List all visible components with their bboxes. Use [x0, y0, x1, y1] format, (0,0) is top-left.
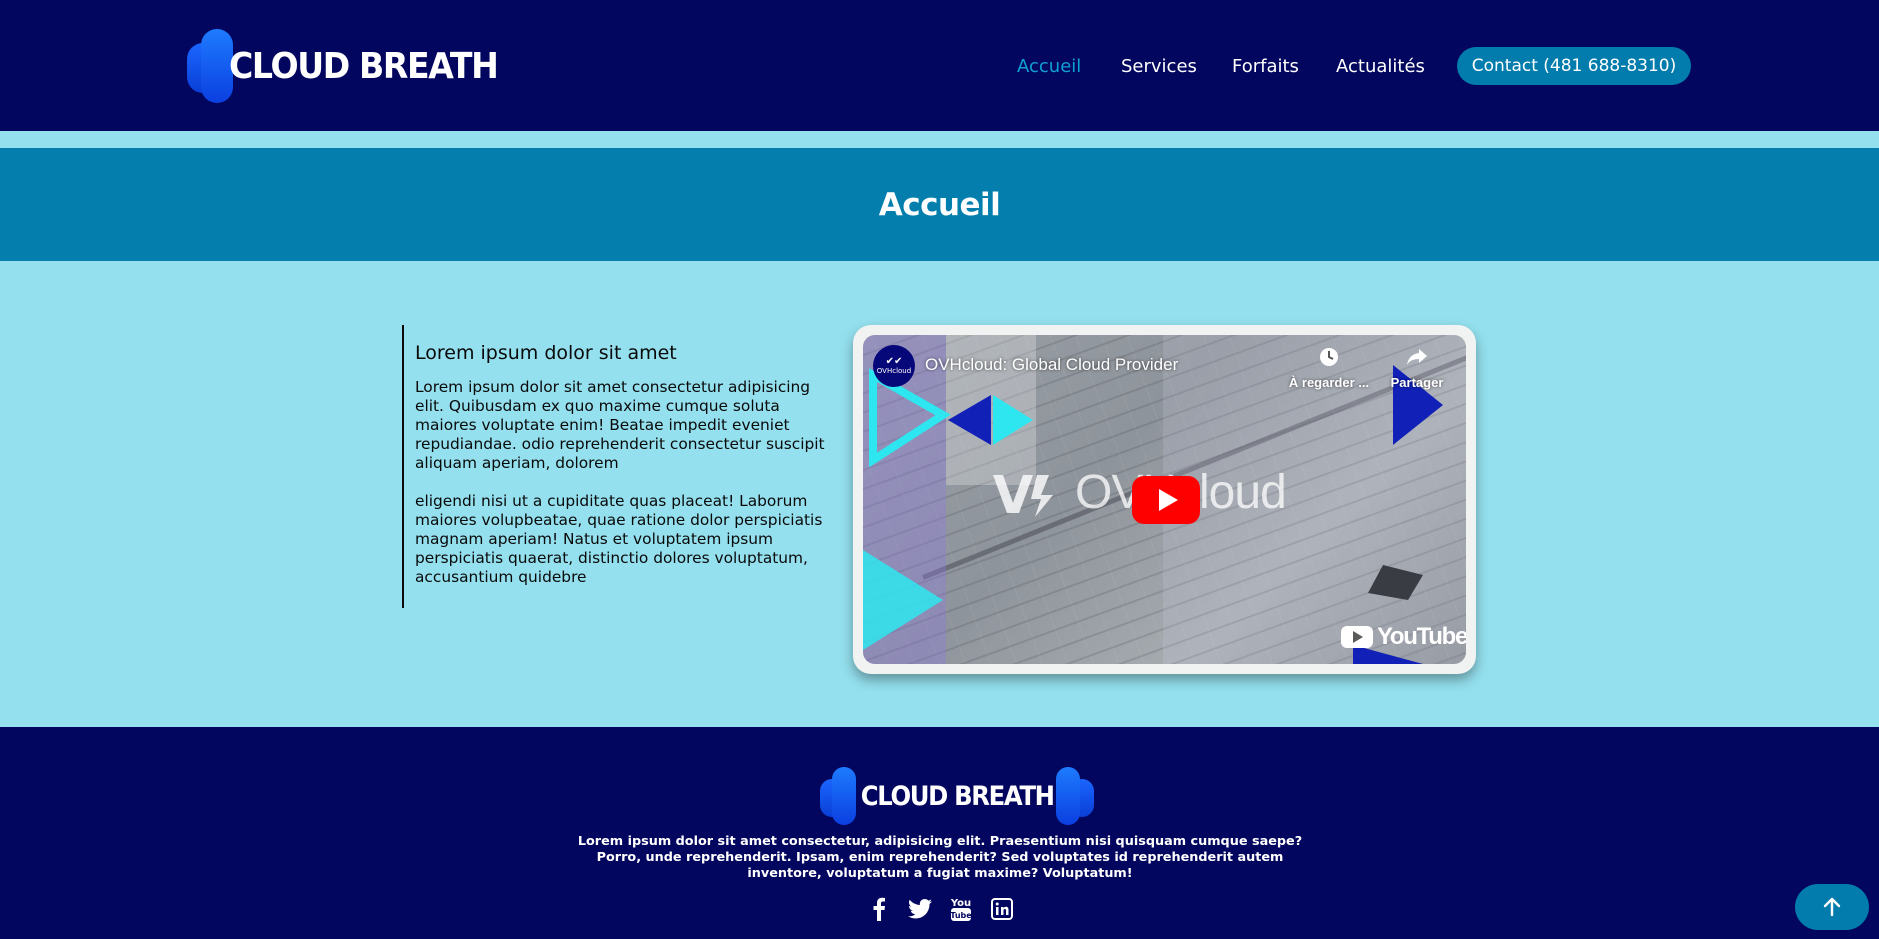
- site-footer: CLOUD BREATH Lorem ipsum dolor sit amet …: [0, 727, 1879, 939]
- linkedin-icon[interactable]: [989, 896, 1015, 922]
- arrow-up-icon: [1823, 897, 1841, 917]
- content-paragraph-2: eligendi nisi ut a cupiditate quas place…: [415, 492, 823, 586]
- nav-link-actualites[interactable]: Actualités: [1336, 56, 1425, 77]
- watch-later-label: À regarder ...: [1288, 375, 1370, 390]
- share-button[interactable]: Partager: [1383, 347, 1451, 390]
- nav-link-forfaits[interactable]: Forfaits: [1232, 56, 1299, 77]
- cloud-logo-icon: [187, 29, 235, 103]
- footer-logo[interactable]: CLOUD BREATH: [820, 767, 1095, 825]
- site-logo[interactable]: CLOUD BREATH: [187, 29, 521, 103]
- twitter-icon[interactable]: [907, 896, 933, 922]
- youtube-wordmark: YouTube: [1377, 623, 1466, 650]
- clock-icon: [1287, 347, 1371, 371]
- page-title-banner: Accueil: [0, 148, 1879, 261]
- nav-item-actualites[interactable]: Actualités: [1336, 46, 1425, 86]
- watch-later-button[interactable]: À regarder ...: [1287, 347, 1371, 390]
- youtube-logo[interactable]: YouTube: [1341, 623, 1466, 651]
- channel-avatar[interactable]: ✔✔ OVHcloud: [873, 345, 915, 387]
- site-header: CLOUD BREATH Accueil Services Forfaits A…: [0, 0, 1879, 131]
- footer-text: Lorem ipsum dolor sit amet consectetur, …: [577, 834, 1303, 881]
- content-paragraph-1: Lorem ipsum dolor sit amet consectetur a…: [415, 378, 825, 472]
- social-links: You Tube: [866, 896, 1015, 922]
- footer-logo-text: CLOUD BREATH: [860, 780, 1055, 812]
- ovh-logo-icon: [993, 475, 1053, 517]
- youtube-play-icon: [1341, 626, 1373, 648]
- play-button[interactable]: [1132, 476, 1200, 524]
- youtube-video[interactable]: ✔✔ OVHcloud OVHcloud: Global Cloud Provi…: [863, 335, 1466, 664]
- nav-item-services[interactable]: Services: [1121, 46, 1197, 86]
- nav-item-forfaits[interactable]: Forfaits: [1232, 46, 1299, 86]
- svg-text:Tube: Tube: [950, 911, 972, 920]
- nav-link-services[interactable]: Services: [1121, 56, 1197, 77]
- youtube-icon[interactable]: You Tube: [948, 896, 974, 922]
- facebook-icon[interactable]: [866, 896, 892, 922]
- share-label: Partager: [1390, 375, 1444, 390]
- scroll-to-top-button[interactable]: [1795, 884, 1869, 930]
- page-title: Accueil: [878, 186, 1001, 223]
- cloud-logo-icon: [1056, 767, 1095, 825]
- video-title[interactable]: OVHcloud: Global Cloud Provider: [925, 355, 1178, 375]
- channel-label: OVHcloud: [876, 367, 912, 375]
- contact-button[interactable]: Contact (481 688-8310): [1457, 47, 1691, 85]
- nav-link-accueil[interactable]: Accueil: [1017, 56, 1081, 77]
- share-icon: [1383, 347, 1451, 371]
- svg-text:You: You: [950, 898, 971, 909]
- cloud-logo-icon: [820, 767, 858, 825]
- logo-text: CLOUD BREATH: [229, 45, 499, 87]
- video-embed-frame: ✔✔ OVHcloud OVHcloud: Global Cloud Provi…: [853, 325, 1476, 674]
- intro-text-block: Lorem ipsum dolor sit amet Lorem ipsum d…: [402, 325, 832, 608]
- nav-item-accueil[interactable]: Accueil: [1017, 46, 1081, 86]
- content-heading: Lorem ipsum dolor sit amet: [415, 342, 677, 364]
